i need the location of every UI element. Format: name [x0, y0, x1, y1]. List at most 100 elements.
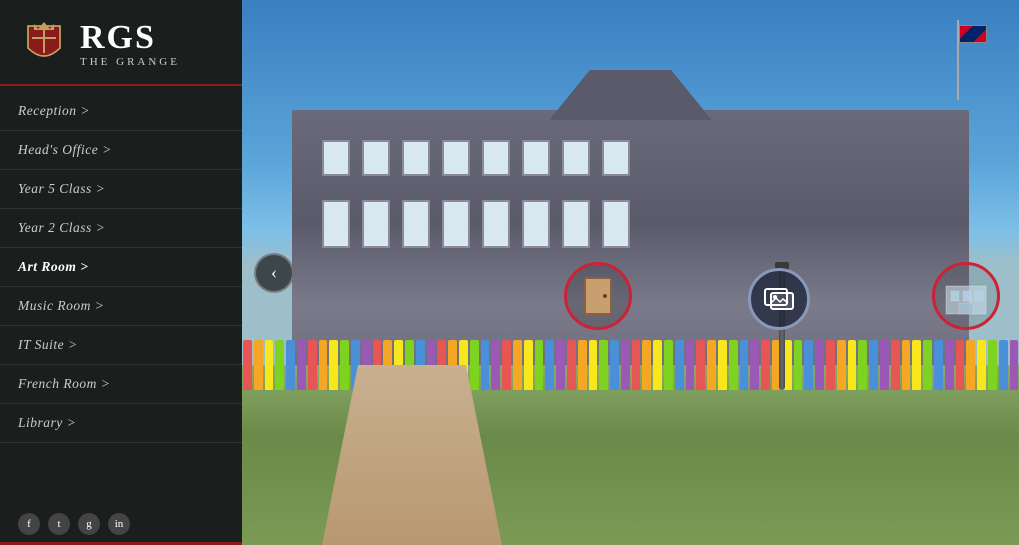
- fence-slat: [329, 340, 338, 390]
- fence-slat: [988, 340, 997, 390]
- fence-slat: [556, 340, 565, 390]
- fence-slat: [804, 340, 813, 390]
- fence-slat: [869, 340, 878, 390]
- fence-slat: [513, 340, 522, 390]
- fence-slat: [934, 340, 943, 390]
- fence-slat: [481, 340, 490, 390]
- nav-link-french-room[interactable]: French Room >: [0, 365, 242, 403]
- window: [482, 140, 510, 176]
- nav-item-reception[interactable]: Reception >: [0, 92, 242, 131]
- fence-slat: [902, 340, 911, 390]
- fence-slat: [848, 340, 857, 390]
- nav-link-year2[interactable]: Year 2 Class >: [0, 209, 242, 247]
- gallery-icon: [763, 283, 795, 315]
- fence-slat: [923, 340, 932, 390]
- fence-slat: [740, 340, 749, 390]
- fence-slat: [265, 340, 274, 390]
- window: [482, 200, 510, 248]
- nav-link-year5[interactable]: Year 5 Class >: [0, 170, 242, 208]
- logo-grange: The Grange: [80, 57, 180, 68]
- google-icon[interactable]: g: [78, 513, 100, 535]
- fence-slat: [286, 340, 295, 390]
- nav-item-music-room[interactable]: Music Room >: [0, 287, 242, 326]
- window: [362, 140, 390, 176]
- window: [442, 200, 470, 248]
- fence-slat: [275, 340, 284, 390]
- nav-item-french-room[interactable]: French Room >: [0, 365, 242, 404]
- nav-item-art-room[interactable]: Art Room >: [0, 248, 242, 287]
- fence-slat: [912, 340, 921, 390]
- fence-slat: [729, 340, 738, 390]
- nav-link-music-room[interactable]: Music Room >: [0, 287, 242, 325]
- fence-slat: [319, 340, 328, 390]
- fence-slat: [524, 340, 533, 390]
- nav-list: Reception > Head's Office > Year 5 Class…: [0, 92, 242, 542]
- window: [402, 140, 430, 176]
- fence-slat: [1010, 340, 1019, 390]
- window: [602, 200, 630, 248]
- window: [522, 200, 550, 248]
- door-icon: [584, 277, 612, 315]
- fence-slat: [696, 340, 705, 390]
- fence-slat: [254, 340, 263, 390]
- fence-slat: [999, 340, 1008, 390]
- nav-link-reception[interactable]: Reception >: [0, 92, 242, 130]
- nav-link-it-suite[interactable]: IT Suite >: [0, 326, 242, 364]
- fence-slat: [880, 340, 889, 390]
- fence-slat: [502, 340, 511, 390]
- fence-slat: [470, 340, 479, 390]
- window: [522, 140, 550, 176]
- fence-slat: [945, 340, 954, 390]
- nav-item-year2[interactable]: Year 2 Class >: [0, 209, 242, 248]
- fence-slat: [340, 340, 349, 390]
- fence-slat: [718, 340, 727, 390]
- building-hotspot[interactable]: [932, 262, 1000, 330]
- nav-item-it-suite[interactable]: IT Suite >: [0, 326, 242, 365]
- fence-slat: [243, 340, 252, 390]
- logo-text: RGS The Grange: [80, 21, 180, 68]
- nav-item-heads-office[interactable]: Head's Office >: [0, 131, 242, 170]
- nav-item-year5[interactable]: Year 5 Class >: [0, 170, 242, 209]
- fence-slat: [599, 340, 608, 390]
- fence-slat: [491, 340, 500, 390]
- fence-slat: [858, 340, 867, 390]
- fence-slat: [589, 340, 598, 390]
- fence-slat: [567, 340, 576, 390]
- window: [362, 200, 390, 248]
- logo-area: RGS The Grange: [0, 0, 242, 86]
- nav-link-library[interactable]: Library >: [0, 404, 242, 442]
- flag-cloth: [959, 25, 987, 43]
- linkedin-icon[interactable]: in: [108, 513, 130, 535]
- fence-slat: [750, 340, 759, 390]
- logo-rgs: RGS: [80, 21, 180, 55]
- images-hotspot[interactable]: [748, 268, 810, 330]
- window: [442, 140, 470, 176]
- sidebar: RGS The Grange Reception > Head's Office…: [0, 0, 242, 545]
- fence-slat: [686, 340, 695, 390]
- fence-slat: [815, 340, 824, 390]
- fence-slat: [675, 340, 684, 390]
- fence-slat: [977, 340, 986, 390]
- nav-link-art-room[interactable]: Art Room >: [0, 248, 242, 286]
- facebook-icon[interactable]: f: [18, 513, 40, 535]
- fence-slat: [826, 340, 835, 390]
- fence-slat: [891, 340, 900, 390]
- window: [602, 140, 630, 176]
- window: [562, 140, 590, 176]
- fence-slat: [632, 340, 641, 390]
- door-hotspot[interactable]: [564, 262, 632, 330]
- chevron-left-icon: ‹: [271, 262, 277, 283]
- fence-slat: [966, 340, 975, 390]
- fence-slat: [578, 340, 587, 390]
- fence-slat: [535, 340, 544, 390]
- fence-slat: [761, 340, 770, 390]
- fence-slat: [297, 340, 306, 390]
- nav-item-library[interactable]: Library >: [0, 404, 242, 443]
- prev-arrow-button[interactable]: ‹: [254, 253, 294, 293]
- window: [562, 200, 590, 248]
- fence-slat: [308, 340, 317, 390]
- twitter-icon[interactable]: t: [48, 513, 70, 535]
- fence-slat: [545, 340, 554, 390]
- window: [322, 140, 350, 176]
- nav-link-heads-office[interactable]: Head's Office >: [0, 131, 242, 169]
